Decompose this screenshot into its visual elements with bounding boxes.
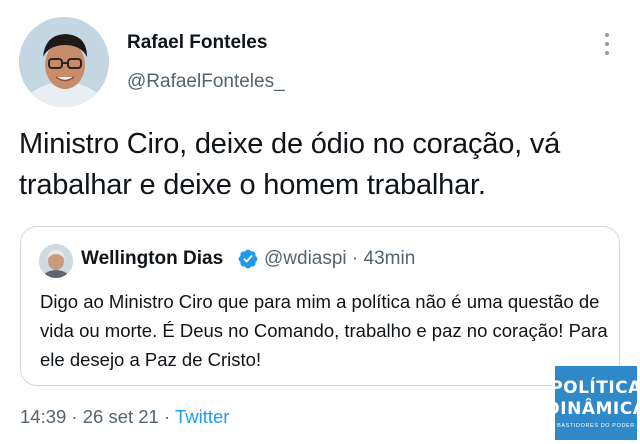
quoted-author-name[interactable]: Wellington Dias [81,248,223,270]
watermark-line2: DINÂMICA [545,398,640,419]
watermark-line1: POLÍTICA [550,377,640,398]
author-avatar[interactable] [19,17,109,107]
more-options-icon[interactable] [598,30,616,58]
quoted-author-avatar[interactable] [39,244,73,278]
quoted-tweet[interactable]: Wellington Dias @wdiaspi · 43min Digo ao… [20,226,620,386]
tweet-text: Ministro Ciro, deixe de ódio no coração,… [19,128,561,201]
author-handle[interactable]: @RafaelFonteles_ [127,71,285,93]
verified-badge-icon [238,249,258,269]
quoted-tweet-text: Digo ao Ministro Ciro que para mim a pol… [40,291,608,370]
tweet-source-link[interactable]: Twitter [175,406,229,427]
author-photo [19,17,109,107]
quoted-author-photo [39,244,73,278]
watermark-tagline: BASTIDORES DO PODER [557,422,635,429]
author-name[interactable]: Rafael Fonteles [127,32,267,54]
tweet-metadata: 14:39 · 26 set 21 · Twitter [20,406,229,428]
tweet-card: Rafael Fonteles @RafaelFonteles_ Ministr… [0,0,640,444]
watermark-logo: POLÍTICA DINÂMICA BASTIDORES DO PODER [546,366,640,440]
tweet-timestamp[interactable]: 14:39 · 26 set 21 · [20,406,175,427]
quoted-author-handle-time[interactable]: @wdiaspi · 43min [264,248,415,270]
